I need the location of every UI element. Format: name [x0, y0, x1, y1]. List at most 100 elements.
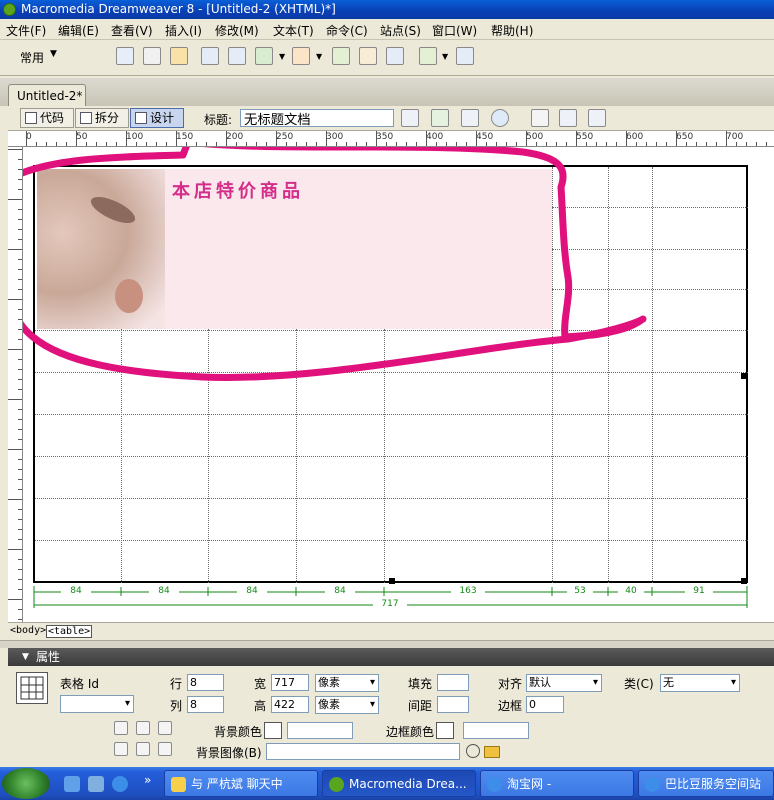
column-width-label[interactable]: 40	[618, 586, 644, 596]
start-button[interactable]	[2, 768, 50, 799]
code-view-button[interactable]: 代码	[20, 108, 74, 128]
menu-site[interactable]: 站点(S)	[380, 22, 421, 39]
border-color-input[interactable]	[463, 722, 529, 739]
ruler-tick	[506, 142, 507, 146]
border-color-swatch[interactable]	[436, 722, 454, 739]
menu-file[interactable]: 文件(F)	[6, 22, 46, 39]
task-chat-label: 与 严杭斌 聊天中	[191, 777, 283, 791]
border-input[interactable]: 0	[526, 696, 564, 713]
class-select[interactable]: 无	[660, 674, 740, 692]
ruler-tick	[106, 142, 107, 146]
folder-icon[interactable]	[484, 746, 500, 758]
column-width-label[interactable]: 84	[237, 586, 267, 596]
row-divider	[35, 414, 748, 415]
convert-to-pixels-icon[interactable]	[136, 721, 150, 735]
ruler-tick	[716, 142, 717, 146]
bgimage-input[interactable]	[266, 743, 460, 760]
column-width-label[interactable]: 84	[61, 586, 91, 596]
layout-table[interactable]: 本店特价商品	[33, 165, 748, 584]
clear-row-heights-icon[interactable]	[114, 721, 128, 735]
width-input[interactable]: 717	[271, 674, 309, 691]
head-tags-icon[interactable]	[419, 47, 437, 65]
cols-input[interactable]: 8	[187, 696, 224, 713]
convert-to-percent-icon[interactable]	[158, 721, 172, 735]
spacing-input[interactable]	[437, 696, 469, 713]
height-unit-select[interactable]: 像素	[315, 696, 379, 714]
email-link-icon[interactable]	[143, 47, 161, 65]
design-canvas[interactable]: 本店特价商品 84 84 84 84 163 53 40 91 717	[23, 147, 774, 622]
menu-view[interactable]: 查看(V)	[111, 22, 153, 39]
menu-text[interactable]: 文本(T)	[273, 22, 314, 39]
document-tab[interactable]: Untitled-2*	[8, 84, 86, 106]
task-dreamweaver[interactable]: Macromedia Drea...	[322, 770, 476, 797]
split-view-button[interactable]: 拆分	[75, 108, 129, 128]
ruler-tick	[86, 142, 87, 146]
table-id-select[interactable]	[60, 695, 134, 713]
ruler-tick	[8, 449, 22, 450]
head-dropdown-icon[interactable]: ▼	[442, 52, 448, 61]
task-taobao[interactable]: 淘宝网 -	[480, 770, 634, 797]
ie-icon[interactable]	[112, 776, 128, 792]
menu-help[interactable]: 帮助(H)	[491, 22, 533, 39]
media-dropdown-icon[interactable]: ▼	[316, 52, 322, 61]
document-title-input[interactable]	[240, 109, 394, 127]
more-icon[interactable]: »	[144, 773, 151, 787]
column-width-label[interactable]: 53	[567, 586, 593, 596]
padding-input[interactable]	[437, 674, 469, 691]
explorer-icon[interactable]	[88, 776, 104, 792]
visual-aids-icon[interactable]	[588, 109, 606, 127]
view-options-icon[interactable]	[559, 109, 577, 127]
menu-edit[interactable]: 编辑(E)	[58, 22, 99, 39]
ruler-tick	[56, 142, 57, 146]
column-width-label[interactable]: 163	[451, 586, 485, 596]
task-chat[interactable]: 与 严杭斌 聊天中	[164, 770, 318, 797]
date-icon[interactable]	[332, 47, 350, 65]
ruler-tick	[676, 131, 677, 146]
show-desktop-icon[interactable]	[64, 776, 80, 792]
menu-insert[interactable]: 插入(I)	[165, 22, 202, 39]
column-width-label[interactable]: 84	[325, 586, 355, 596]
panel-splitter[interactable]	[0, 640, 774, 648]
tag-chooser-icon[interactable]	[456, 47, 474, 65]
chevron-down-icon[interactable]: ▼	[50, 49, 57, 59]
preview-browser-icon[interactable]	[491, 109, 509, 127]
properties-panel-header[interactable]: ▼ 属性	[8, 648, 774, 666]
refresh-icon[interactable]	[531, 109, 549, 127]
menu-commands[interactable]: 命令(C)	[326, 22, 368, 39]
file-management-icon[interactable]	[461, 109, 479, 127]
validate-icon[interactable]	[431, 109, 449, 127]
layer-icon[interactable]	[228, 47, 246, 65]
column-width-label[interactable]: 91	[685, 586, 713, 596]
menu-window[interactable]: 窗口(W)	[432, 22, 477, 39]
width-unit-select[interactable]: 像素	[315, 674, 379, 692]
image-icon[interactable]	[255, 47, 273, 65]
convert-widths-pixels-icon[interactable]	[136, 742, 150, 756]
convert-widths-percent-icon[interactable]	[158, 742, 172, 756]
table-icon[interactable]	[201, 47, 219, 65]
align-select[interactable]: 默认	[526, 674, 602, 692]
browser-check-icon[interactable]	[401, 109, 419, 127]
image-dropdown-icon[interactable]: ▼	[279, 52, 285, 61]
column-width-label[interactable]: 84	[149, 586, 179, 596]
insert-category-label[interactable]: 常用	[20, 49, 44, 66]
point-to-file-icon[interactable]	[466, 744, 480, 758]
clear-column-widths-icon[interactable]	[114, 742, 128, 756]
design-view-button[interactable]: 设计	[130, 108, 184, 128]
comment-icon[interactable]	[359, 47, 377, 65]
horizontal-ruler: 0 50 100 150 200 250 300 350 400 450 500…	[8, 131, 774, 147]
task-babidou[interactable]: 巴比豆服务空间站	[638, 770, 774, 797]
resize-handle[interactable]	[741, 373, 747, 379]
templates-icon[interactable]	[386, 47, 404, 65]
bgcolor-swatch[interactable]	[264, 722, 282, 739]
height-input[interactable]: 422	[271, 696, 309, 713]
rows-input[interactable]: 8	[187, 674, 224, 691]
tag-table[interactable]: <table>	[46, 625, 93, 638]
media-icon[interactable]	[292, 47, 310, 65]
collapse-arrow-icon[interactable]: ▼	[22, 648, 29, 666]
named-anchor-icon[interactable]	[170, 47, 188, 65]
menu-modify[interactable]: 修改(M)	[215, 22, 259, 39]
hyperlink-icon[interactable]	[116, 47, 134, 65]
table-width-label[interactable]: 717	[373, 599, 407, 609]
tag-body[interactable]: <body>	[10, 625, 46, 636]
bgcolor-input[interactable]	[287, 722, 353, 739]
